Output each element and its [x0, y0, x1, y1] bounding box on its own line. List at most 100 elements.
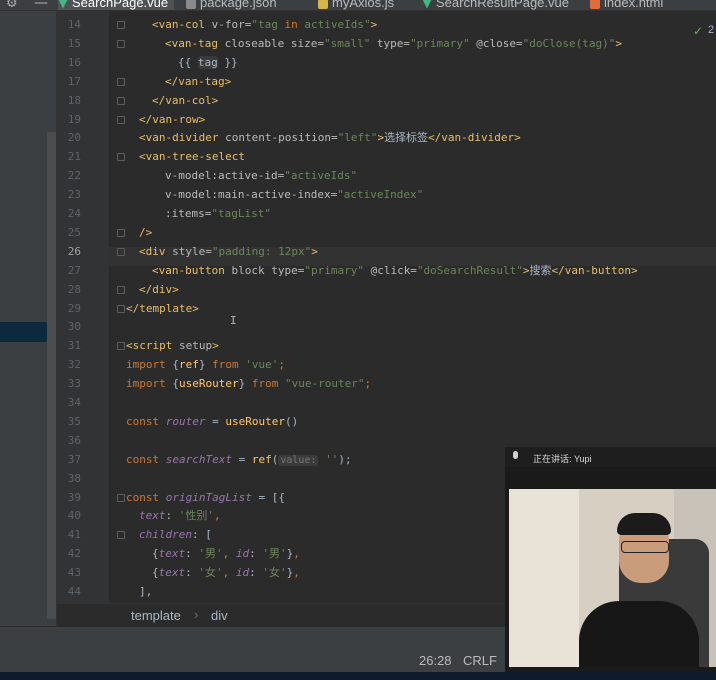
code-token: "tagList"	[211, 207, 271, 220]
line-number: 28	[67, 282, 81, 296]
line-number: 37	[67, 452, 81, 466]
code-token: </van-row>	[139, 112, 206, 126]
line-number: 26	[67, 244, 81, 258]
line-number: 27	[67, 263, 81, 277]
code-line[interactable]: children: [	[139, 525, 212, 544]
code-line[interactable]: {text: '男', id: '男'},	[152, 544, 300, 563]
code-line[interactable]: v-model:active-id="activeIds"	[165, 166, 357, 185]
project-panel	[0, 11, 57, 626]
breadcrumb-separator: ›	[194, 607, 199, 622]
line-number: 22	[67, 169, 81, 183]
tab-index-html[interactable]: index.html	[590, 0, 663, 10]
code-line[interactable]: import {useRouter} from "vue-router";	[126, 374, 371, 393]
code-line[interactable]: {{ tag }}	[178, 53, 238, 72]
inspection-count: 2	[708, 24, 715, 36]
tab-package-json[interactable]: package.json	[186, 0, 277, 10]
code-line[interactable]: </template>	[126, 299, 199, 318]
code-token: value:	[278, 454, 319, 466]
fold-marker-icon[interactable]	[117, 342, 125, 351]
code-line[interactable]: <div style="padding: 12px">	[139, 242, 318, 261]
background-curtain	[509, 489, 579, 667]
tab-myaxios-js[interactable]: myAxios.js	[318, 0, 394, 10]
fold-marker-icon[interactable]	[117, 285, 125, 294]
code-token: </van-col>	[152, 93, 219, 107]
line-number: 41	[67, 528, 81, 542]
fold-marker-icon[interactable]	[117, 77, 125, 86]
tab-search-result-page-vue[interactable]: SearchResultPage.vue	[422, 0, 569, 10]
code-token: '女'	[198, 566, 223, 580]
code-line[interactable]: ],	[139, 582, 152, 601]
breadcrumb-item-div[interactable]: div	[211, 608, 228, 623]
code-token: <van-button	[152, 263, 232, 277]
code-line[interactable]: <van-button block type="primary" @click=…	[152, 261, 638, 280]
code-line[interactable]: </van-row>	[139, 110, 205, 129]
code-line[interactable]: <van-divider content-position="left">选择标…	[139, 128, 521, 147]
code-line[interactable]: <script setup>	[126, 336, 219, 355]
line-number: 20	[67, 131, 81, 145]
code-line[interactable]: </van-col>	[152, 91, 218, 110]
code-token: </template>	[126, 301, 199, 315]
project-panel-scrollbar[interactable]	[47, 132, 56, 619]
code-line[interactable]: </van-tag>	[165, 72, 231, 91]
code-token: ;	[278, 358, 285, 372]
line-ending[interactable]: CRLF	[463, 653, 497, 668]
code-token: :	[249, 566, 263, 580]
code-token: </van-tag>	[165, 74, 232, 88]
code-token: =	[205, 414, 226, 428]
line-number: 34	[67, 396, 81, 409]
code-token: style=	[172, 244, 212, 258]
code-token: closeable size=	[224, 36, 324, 50]
fold-marker-icon[interactable]	[117, 228, 125, 237]
gear-icon[interactable]: ⚙	[6, 0, 18, 10]
code-token: tag	[197, 55, 218, 69]
vue-file-icon	[422, 0, 432, 9]
caret-position[interactable]: 26:28	[419, 653, 452, 668]
fold-marker-icon[interactable]	[117, 304, 125, 313]
fold-marker-icon[interactable]	[117, 531, 125, 540]
code-line[interactable]: const originTagList = [{	[126, 488, 285, 507]
code-line[interactable]: </div>	[139, 280, 179, 299]
line-number: 16	[67, 55, 81, 69]
code-line[interactable]: <van-col v-for="tag in activeIds">	[152, 15, 377, 34]
fold-marker-icon[interactable]	[117, 153, 125, 162]
code-token: "primary"	[410, 36, 470, 50]
code-line[interactable]: import {ref} from 'vue';	[126, 355, 285, 374]
code-token: ;	[364, 377, 372, 391]
code-token: type=	[370, 36, 411, 50]
line-number: 39	[67, 490, 81, 504]
code-line[interactable]: text: '性别',	[139, 506, 221, 525]
code-token: import	[126, 358, 173, 372]
fold-marker-icon[interactable]	[117, 21, 125, 29]
code-line[interactable]: <van-tag closeable size="small" type="pr…	[165, 34, 622, 53]
code-token: text	[158, 566, 186, 580]
code-line[interactable]: const router = useRouter()	[126, 412, 298, 431]
code-line[interactable]: <van-tree-select	[139, 147, 245, 166]
breadcrumb-item-template[interactable]: template	[131, 608, 181, 623]
code-line[interactable]: {text: '女', id: '女'},	[152, 563, 300, 582]
inspection-check-icon[interactable]: ✓	[693, 24, 703, 38]
code-line[interactable]: />	[139, 223, 152, 242]
fold-marker-icon[interactable]	[117, 96, 125, 105]
tab-search-page-vue[interactable]: SearchPage.vue	[58, 0, 175, 10]
code-token: in	[284, 18, 298, 31]
minimize-icon[interactable]: —	[34, 0, 48, 10]
code-token: :items=	[165, 207, 212, 220]
code-token: "padding: 12px"	[211, 244, 312, 258]
code-token: ,	[293, 547, 300, 561]
code-token: '性别'	[178, 509, 214, 523]
code-token: <van-col	[152, 18, 212, 31]
code-token: ,	[214, 509, 221, 523]
code-line[interactable]: v-model:main-active-index="activeIndex"	[165, 185, 423, 204]
fold-marker-icon[interactable]	[117, 115, 125, 124]
code-token: );	[338, 452, 352, 466]
code-line[interactable]: :items="tagList"	[165, 204, 271, 223]
code-token: id	[235, 547, 250, 561]
glasses	[621, 541, 669, 553]
code-line[interactable]: const searchText = ref(value: '');	[126, 450, 352, 469]
code-token: "doSearchResult"	[416, 263, 523, 277]
fold-marker-icon[interactable]	[117, 247, 125, 256]
fold-marker-icon[interactable]	[117, 493, 125, 502]
fold-marker-icon[interactable]	[117, 39, 125, 48]
code-token: {	[152, 566, 159, 580]
code-token: <van-tree-select	[139, 150, 245, 164]
